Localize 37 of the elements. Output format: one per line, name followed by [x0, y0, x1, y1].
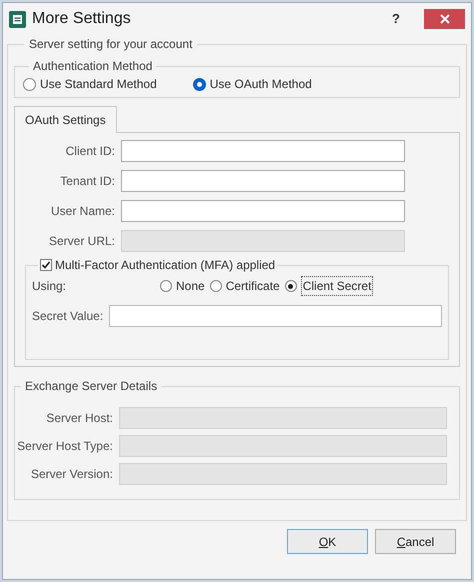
close-button[interactable] [424, 9, 465, 29]
dialog-button[interactable]: OK [287, 529, 368, 554]
radio-button[interactable] [160, 280, 172, 292]
field-label: Server Host: [45, 410, 113, 427]
radio-label[interactable]: None [176, 277, 205, 295]
radio-label[interactable]: Use OAuth Method [210, 75, 312, 93]
dialog-button[interactable]: Cancel [375, 529, 456, 554]
using-label: Using: [32, 278, 68, 295]
field-label: User Name: [50, 203, 115, 220]
tab[interactable]: OAuth Settings [14, 106, 117, 133]
field-label: Server URL: [48, 233, 115, 250]
field-label: Tenant ID: [59, 173, 115, 190]
radio-button[interactable] [23, 78, 36, 90]
radio-button[interactable] [192, 78, 206, 90]
app-icon [9, 10, 26, 28]
field-label: Client ID: [64, 143, 115, 160]
window-title: More Settings [32, 9, 132, 29]
radio-label[interactable]: Use Standard Method [40, 75, 157, 93]
group-title: Exchange Server Details [24, 378, 158, 395]
radio-button[interactable] [284, 280, 297, 292]
close-icon [440, 14, 450, 24]
radio-label[interactable]: Certificate [226, 277, 280, 295]
text-field[interactable] [121, 200, 405, 222]
group-title: Authentication Method [32, 58, 154, 75]
field-label: Secret Value: [32, 308, 104, 325]
field-label: Server Host Type: [16, 438, 113, 455]
secret-value-field[interactable] [109, 305, 442, 327]
field-label: Server Version: [30, 466, 113, 483]
group-title: Server setting for your account [28, 36, 194, 53]
checkmark-icon [41, 260, 51, 270]
checkbox[interactable] [40, 259, 52, 271]
text-field[interactable] [121, 140, 405, 162]
radio-button[interactable] [210, 280, 222, 292]
checkbox-label[interactable]: Multi-Factor Authentication (MFA) applied [55, 256, 276, 274]
radio-label[interactable]: Client Secret [300, 276, 374, 296]
help-button[interactable]: ? [392, 9, 400, 29]
text-field[interactable] [121, 170, 405, 192]
